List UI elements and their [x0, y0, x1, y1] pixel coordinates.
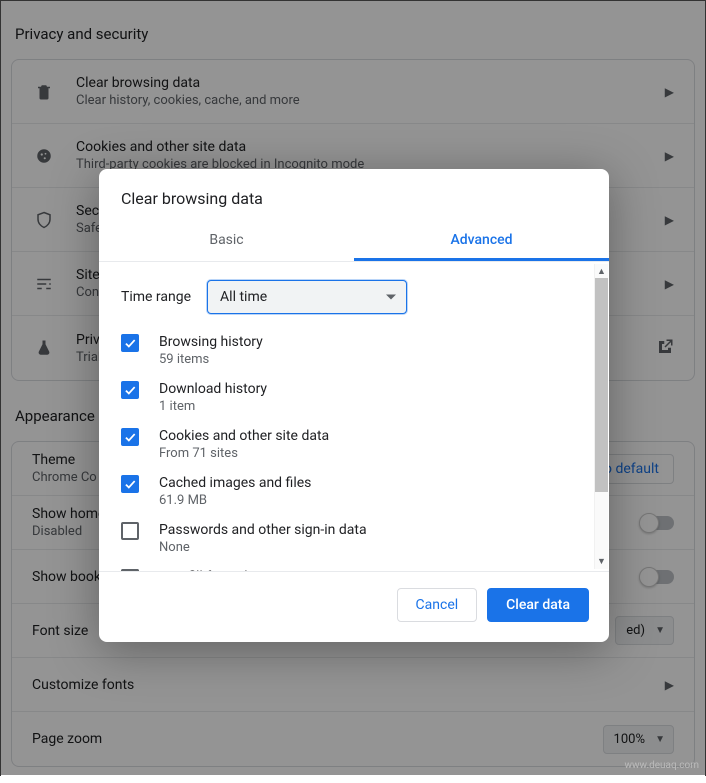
- check-row-passwords[interactable]: Passwords and other sign-in data None: [121, 522, 587, 555]
- item-sub: 59 items: [159, 352, 263, 367]
- watermark: www.deuaq.com: [625, 760, 700, 771]
- tab-basic[interactable]: Basic: [99, 222, 354, 261]
- dialog-title: Clear browsing data: [99, 169, 609, 222]
- item-sub: None: [159, 540, 367, 555]
- cancel-button[interactable]: Cancel: [397, 588, 478, 622]
- item-title: Browsing history: [159, 334, 263, 350]
- scroll-down-icon[interactable]: ▼: [597, 554, 606, 569]
- item-title: Cached images and files: [159, 475, 311, 491]
- time-range-select[interactable]: All time: [207, 280, 407, 314]
- check-row-download-history[interactable]: Download history 1 item: [121, 381, 587, 414]
- clear-data-button[interactable]: Clear data: [487, 588, 589, 622]
- tab-advanced[interactable]: Advanced: [354, 222, 609, 261]
- scrollbar[interactable]: ▲ ▼: [594, 264, 608, 569]
- item-title: Cookies and other site data: [159, 428, 329, 444]
- checkbox[interactable]: [121, 475, 139, 493]
- checkbox[interactable]: [121, 381, 139, 399]
- dialog-tabs: Basic Advanced: [99, 222, 609, 262]
- scroll-up-icon[interactable]: ▲: [597, 264, 606, 279]
- scroll-thumb[interactable]: [595, 278, 608, 492]
- checkbox[interactable]: [121, 569, 139, 572]
- item-title: Autofill form data: [159, 569, 267, 572]
- checkbox[interactable]: [121, 522, 139, 540]
- checkbox[interactable]: [121, 428, 139, 446]
- item-sub: From 71 sites: [159, 446, 329, 461]
- time-range-value: All time: [220, 289, 267, 305]
- dialog-body: Time range All time Browsing history 59 i…: [99, 262, 609, 572]
- clear-browsing-data-dialog: Clear browsing data Basic Advanced Time …: [99, 169, 609, 642]
- item-sub: 1 item: [159, 399, 267, 414]
- caret-down-icon: [386, 295, 396, 300]
- dialog-footer: Cancel Clear data: [99, 572, 609, 642]
- item-title: Download history: [159, 381, 267, 397]
- check-row-cookies[interactable]: Cookies and other site data From 71 sites: [121, 428, 587, 461]
- check-row-browsing-history[interactable]: Browsing history 59 items: [121, 334, 587, 367]
- checkbox[interactable]: [121, 334, 139, 352]
- check-row-autofill[interactable]: Autofill form data: [121, 569, 587, 572]
- check-row-cached-images[interactable]: Cached images and files 61.9 MB: [121, 475, 587, 508]
- item-title: Passwords and other sign-in data: [159, 522, 367, 538]
- item-sub: 61.9 MB: [159, 493, 311, 508]
- time-range-label: Time range: [121, 289, 191, 305]
